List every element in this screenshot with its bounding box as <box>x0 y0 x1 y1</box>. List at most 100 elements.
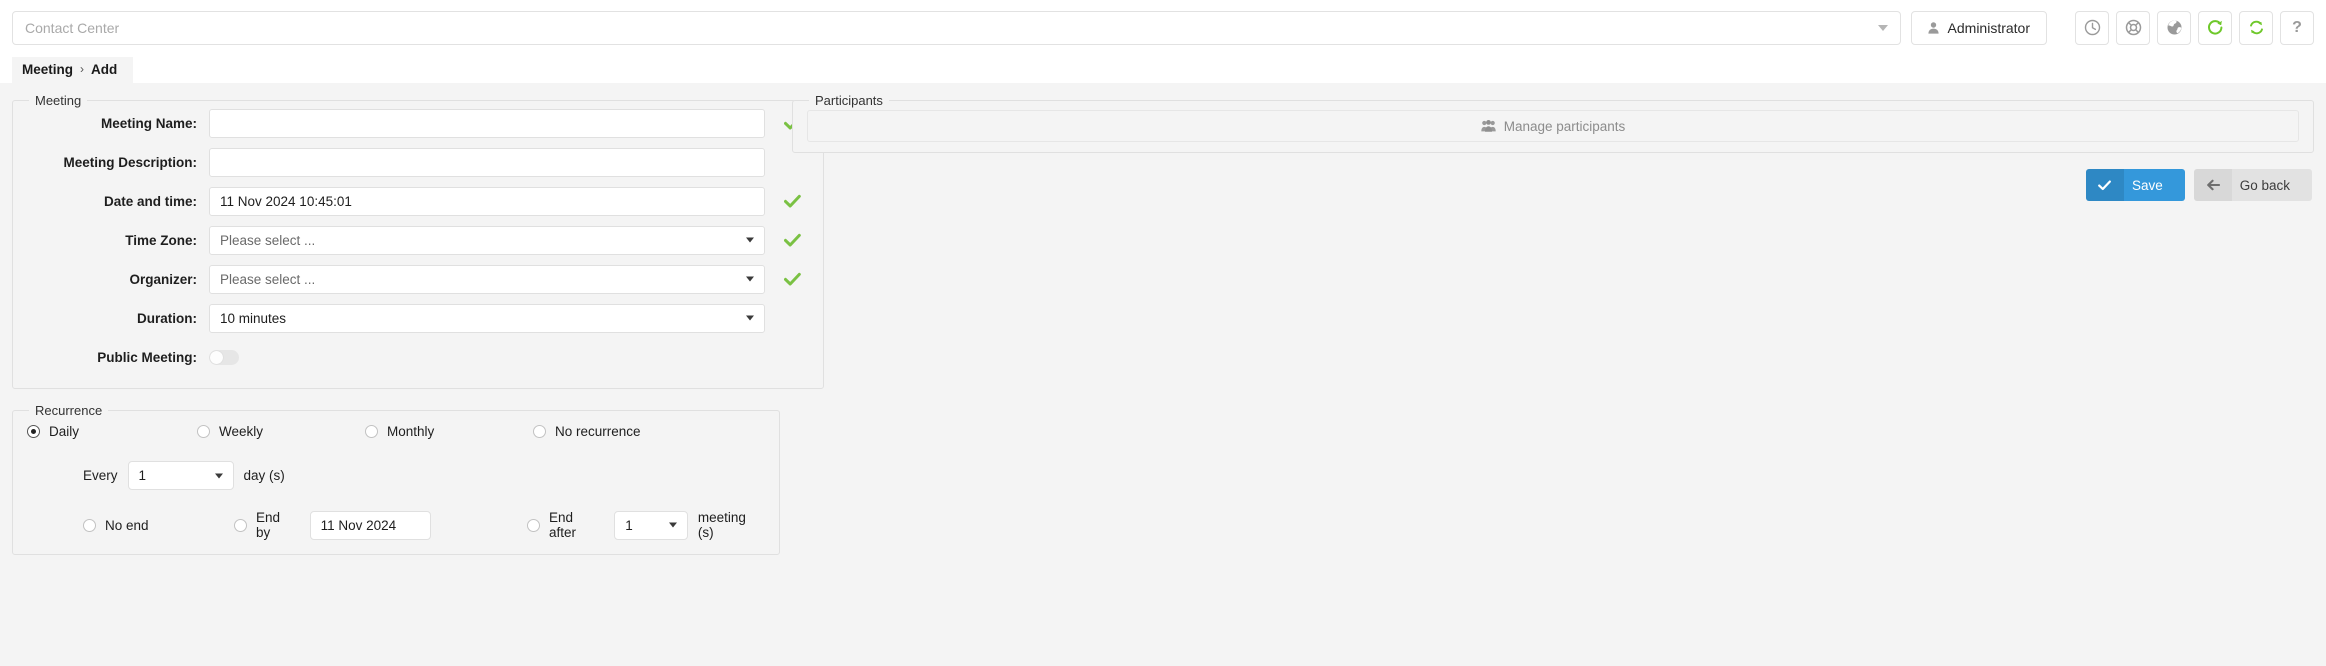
chevron-down-icon <box>746 237 754 243</box>
meeting-description-label: Meeting Description: <box>63 154 197 170</box>
radio-monthly[interactable] <box>365 425 378 438</box>
breadcrumb-root[interactable]: Meeting <box>22 62 73 77</box>
lifebuoy-icon-button[interactable] <box>2116 10 2150 45</box>
manage-participants-button[interactable]: Manage participants <box>807 110 2299 142</box>
check-icon <box>783 272 801 285</box>
public-meeting-toggle[interactable] <box>209 349 239 365</box>
end-option-no-end[interactable]: No end <box>83 518 234 533</box>
meeting-name-label: Meeting Name: <box>100 115 197 131</box>
public-meeting-valid-check <box>775 350 809 365</box>
organizer-valid-check <box>775 272 809 287</box>
end-option-end-after[interactable]: End after <box>526 510 603 540</box>
clock-icon <box>2084 19 2100 36</box>
end-option-no-end-label: No end <box>105 517 149 533</box>
field-row-meeting-description: Meeting Description: <box>27 147 809 177</box>
duration-label: Duration: <box>137 310 197 326</box>
recurrence-option-daily-label: Daily <box>49 424 80 439</box>
end-option-end-by[interactable]: End by <box>234 510 298 540</box>
left-column: Meeting Meeting Name: Meeting Descriptio… <box>12 93 824 569</box>
recurrence-option-monthly[interactable]: Monthly <box>365 424 533 439</box>
users-icon <box>1481 120 1496 132</box>
organizer-select[interactable]: Please select ... <box>209 264 765 294</box>
right-column: Participants Manage participants Save Go… <box>792 93 2314 201</box>
user-icon <box>1927 21 1939 34</box>
contact-center-placeholder: Contact Center <box>25 19 120 36</box>
every-value: 1 <box>138 468 147 483</box>
question-mark-icon: ? <box>2292 18 2302 36</box>
end-after-value-select[interactable]: 1 <box>614 510 688 540</box>
recurrence-option-weekly[interactable]: Weekly <box>197 424 365 439</box>
recurrence-interval-row: Every 1 day (s) <box>83 461 765 490</box>
administrator-label: Administrator <box>1947 19 2030 36</box>
time-zone-valid-check <box>775 233 809 248</box>
administrator-button[interactable]: Administrator <box>1910 10 2047 45</box>
clock-icon-button[interactable] <box>2075 10 2109 45</box>
top-bar: Contact Center Administrator ? <box>0 0 2326 55</box>
go-back-button-label: Go back <box>2239 177 2290 193</box>
field-row-time-zone: Time Zone: Please select ... <box>27 225 809 255</box>
date-and-time-value: 11 Nov 2024 10:45:01 <box>220 193 352 209</box>
meeting-name-input[interactable] <box>209 108 765 138</box>
save-button[interactable]: Save <box>2085 169 2185 201</box>
chevron-down-icon <box>1877 24 1888 31</box>
time-zone-select[interactable]: Please select ... <box>209 225 765 255</box>
field-row-public-meeting: Public Meeting: <box>27 342 809 372</box>
end-by-date-value: 11 Nov 2024 <box>320 517 397 533</box>
every-value-select[interactable]: 1 <box>127 461 234 490</box>
field-row-organizer: Organizer: Please select ... <box>27 264 809 294</box>
time-zone-value: Please select ... <box>220 232 316 248</box>
end-by-date-input[interactable]: 11 Nov 2024 <box>309 510 431 540</box>
recurrence-option-daily[interactable]: Daily <box>27 424 197 439</box>
recurrence-option-weekly-label: Weekly <box>219 424 264 439</box>
recurrence-options-row: Daily Weekly Monthly No recurrence <box>27 424 765 439</box>
recurrence-option-monthly-label: Monthly <box>387 424 435 439</box>
date-and-time-input[interactable]: 11 Nov 2024 10:45:01 <box>209 186 765 216</box>
recurrence-option-no-recurrence-label: No recurrence <box>555 424 641 439</box>
breadcrumb-bar: Meeting › Add <box>0 55 2326 83</box>
globe-icon-button[interactable] <box>2157 10 2191 45</box>
organizer-label: Organizer: <box>129 271 197 287</box>
save-button-label: Save <box>2131 177 2163 193</box>
recurrence-fieldset: Recurrence Daily Weekly Monthly No recur… <box>12 403 780 555</box>
chevron-down-icon <box>668 522 677 528</box>
every-label: Every <box>83 468 118 483</box>
lifebuoy-icon <box>2125 19 2141 36</box>
toggle-knob <box>210 350 223 364</box>
radio-no-recurrence[interactable] <box>533 425 546 438</box>
date-and-time-label: Date and time: <box>103 193 197 209</box>
meeting-fieldset: Meeting Meeting Name: Meeting Descriptio… <box>12 93 824 389</box>
participants-fieldset: Participants Manage participants <box>792 93 2314 153</box>
globe-icon <box>2167 20 2181 35</box>
radio-end-after[interactable] <box>526 518 540 532</box>
reload-icon-button[interactable] <box>2198 10 2232 45</box>
duration-valid-check <box>775 311 809 326</box>
organizer-value: Please select ... <box>220 271 316 287</box>
duration-select[interactable]: 10 minutes <box>209 303 765 333</box>
field-row-meeting-name: Meeting Name: <box>27 108 809 138</box>
page-body: Meeting Meeting Name: Meeting Descriptio… <box>0 83 2326 666</box>
radio-no-end[interactable] <box>83 518 96 532</box>
recurrence-option-no-recurrence[interactable]: No recurrence <box>533 424 641 439</box>
breadcrumb-separator-icon: › <box>80 62 85 77</box>
radio-daily[interactable] <box>27 425 40 438</box>
meeting-legend: Meeting <box>35 93 82 108</box>
chevron-down-icon <box>746 276 754 282</box>
radio-end-by[interactable] <box>234 518 247 532</box>
meeting-description-input[interactable] <box>209 147 765 177</box>
arrow-left-icon <box>2193 169 2232 201</box>
end-after-value: 1 <box>625 517 633 533</box>
help-icon-button[interactable]: ? <box>2280 10 2314 45</box>
end-after-unit-label: meeting (s) <box>697 510 746 540</box>
breadcrumb-current: Add <box>91 61 118 77</box>
contact-center-select[interactable]: Contact Center <box>12 10 1901 45</box>
reload-icon <box>2207 20 2222 35</box>
field-row-date-and-time: Date and time: 11 Nov 2024 10:45:01 <box>27 186 809 216</box>
breadcrumb[interactable]: Meeting › Add <box>12 56 134 83</box>
sync-icon-button[interactable] <box>2239 10 2273 45</box>
go-back-button[interactable]: Go back <box>2193 169 2312 201</box>
form-actions: Save Go back <box>792 169 2314 201</box>
check-icon <box>2085 169 2124 201</box>
chevron-down-icon <box>746 315 754 321</box>
every-unit-label: day (s) <box>243 468 285 483</box>
radio-weekly[interactable] <box>197 425 210 438</box>
